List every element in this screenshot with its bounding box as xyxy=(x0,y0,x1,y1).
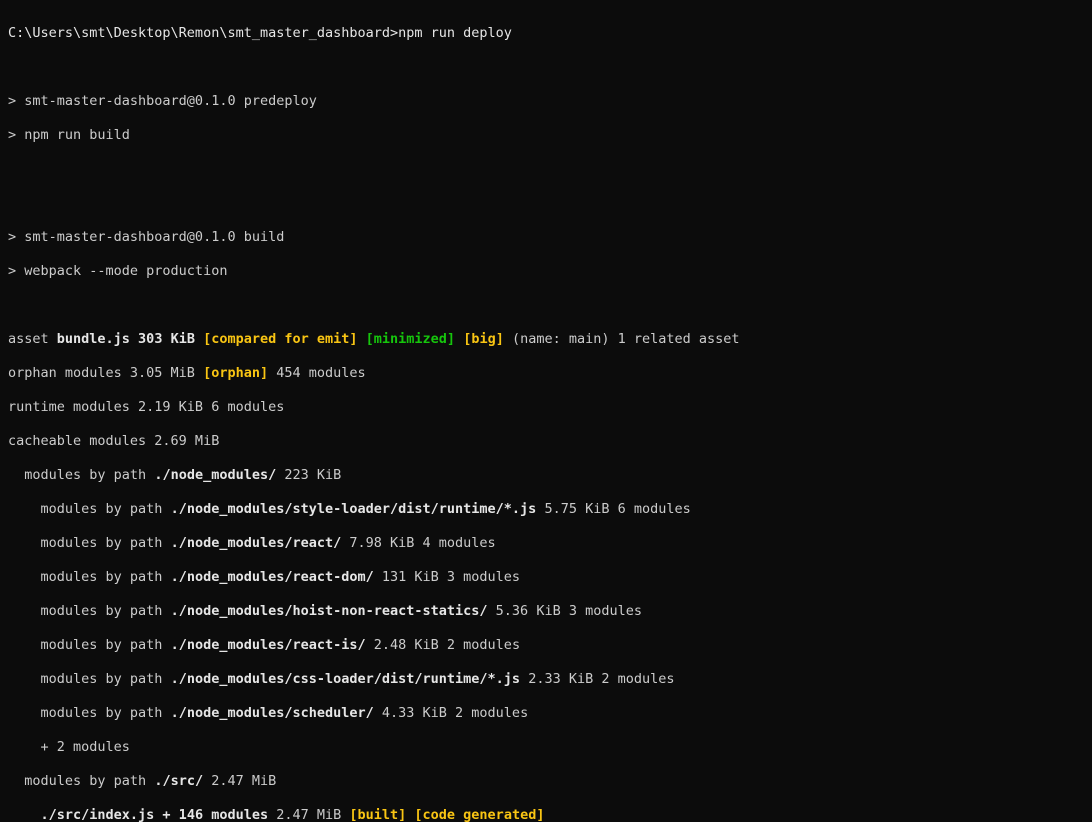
prompt-command: npm run deploy xyxy=(398,25,512,41)
path: ./node_modules/react/ xyxy=(171,535,342,551)
blank-line xyxy=(8,59,1084,76)
pre: modules by path xyxy=(8,569,171,585)
indent xyxy=(8,807,41,822)
built-tag: [built] xyxy=(349,807,406,822)
path: ./src/index.js + 146 modules xyxy=(41,807,269,822)
tail: 2.48 KiB 2 modules xyxy=(366,637,520,653)
module-row: modules by path ./node_modules/hoist-non… xyxy=(8,603,1084,620)
tail: 131 KiB 3 modules xyxy=(374,569,520,585)
pre: modules by path xyxy=(8,773,154,789)
pre: modules by path xyxy=(8,535,171,551)
asset-name: bundle.js 303 KiB xyxy=(57,331,203,347)
tail: 2.47 MiB xyxy=(203,773,276,789)
module-row: ./src/index.js + 146 modules 2.47 MiB [b… xyxy=(8,807,1084,822)
tail: 4.33 KiB 2 modules xyxy=(374,705,528,721)
blank-line xyxy=(8,297,1084,314)
emit-tag: [compared for emit] xyxy=(203,331,357,347)
module-group-header: modules by path ./node_modules/ 223 KiB xyxy=(8,467,1084,484)
tail: 223 KiB xyxy=(276,467,341,483)
path: ./node_modules/scheduler/ xyxy=(171,705,374,721)
pre: modules by path xyxy=(8,467,154,483)
label: asset xyxy=(8,331,57,347)
path: ./node_modules/style-loader/dist/runtime… xyxy=(171,501,537,517)
webpack-asset-line: asset bundle.js 303 KiB [compared for em… xyxy=(8,331,1084,348)
asset-tail: (name: main) 1 related asset xyxy=(504,331,740,347)
tail: 2.33 KiB 2 modules xyxy=(520,671,674,687)
code-generated-tag: [code generated] xyxy=(406,807,544,822)
path: ./src/ xyxy=(154,773,203,789)
terminal-output[interactable]: C:\Users\smt\Desktop\Remon\smt_master_da… xyxy=(0,0,1092,822)
prompt-path: C:\Users\smt\Desktop\Remon\smt_master_da… xyxy=(8,25,398,41)
npm-script-line: > smt-master-dashboard@0.1.0 build xyxy=(8,229,1084,246)
module-row: modules by path ./node_modules/css-loade… xyxy=(8,671,1084,688)
tail: 5.75 KiB 6 modules xyxy=(536,501,690,517)
path: ./node_modules/ xyxy=(154,467,276,483)
path: ./node_modules/react-dom/ xyxy=(171,569,374,585)
module-row: modules by path ./node_modules/scheduler… xyxy=(8,705,1084,722)
pre: modules by path xyxy=(8,637,171,653)
path: ./node_modules/hoist-non-react-statics/ xyxy=(171,603,488,619)
orphan-tag: [orphan] xyxy=(203,365,268,381)
prompt-line: C:\Users\smt\Desktop\Remon\smt_master_da… xyxy=(8,25,1084,42)
module-row: modules by path ./node_modules/react/ 7.… xyxy=(8,535,1084,552)
module-group-header: modules by path ./src/ 2.47 MiB xyxy=(8,773,1084,790)
blank-line xyxy=(8,161,1084,178)
pre: modules by path xyxy=(8,671,171,687)
tail: 7.98 KiB 4 modules xyxy=(341,535,495,551)
webpack-cacheable-line: cacheable modules 2.69 MiB xyxy=(8,433,1084,450)
module-row: + 2 modules xyxy=(8,739,1084,756)
path: ./node_modules/css-loader/dist/runtime/*… xyxy=(171,671,521,687)
pre: modules by path xyxy=(8,603,171,619)
mid: 2.47 MiB xyxy=(268,807,349,822)
blank-line xyxy=(8,195,1084,212)
label: orphan modules 3.05 MiB xyxy=(8,365,203,381)
npm-script-line: > webpack --mode production xyxy=(8,263,1084,280)
npm-script-line: > npm run build xyxy=(8,127,1084,144)
pre: modules by path xyxy=(8,705,171,721)
minimized-tag: [minimized] xyxy=(358,331,456,347)
module-row: modules by path ./node_modules/style-loa… xyxy=(8,501,1084,518)
webpack-orphan-line: orphan modules 3.05 MiB [orphan] 454 mod… xyxy=(8,365,1084,382)
tail: 5.36 KiB 3 modules xyxy=(488,603,642,619)
module-row: modules by path ./node_modules/react-dom… xyxy=(8,569,1084,586)
path: ./node_modules/react-is/ xyxy=(171,637,366,653)
webpack-runtime-line: runtime modules 2.19 KiB 6 modules xyxy=(8,399,1084,416)
tail: 454 modules xyxy=(268,365,366,381)
big-tag: [big] xyxy=(455,331,504,347)
module-row: modules by path ./node_modules/react-is/… xyxy=(8,637,1084,654)
pre: modules by path xyxy=(8,501,171,517)
npm-script-line: > smt-master-dashboard@0.1.0 predeploy xyxy=(8,93,1084,110)
